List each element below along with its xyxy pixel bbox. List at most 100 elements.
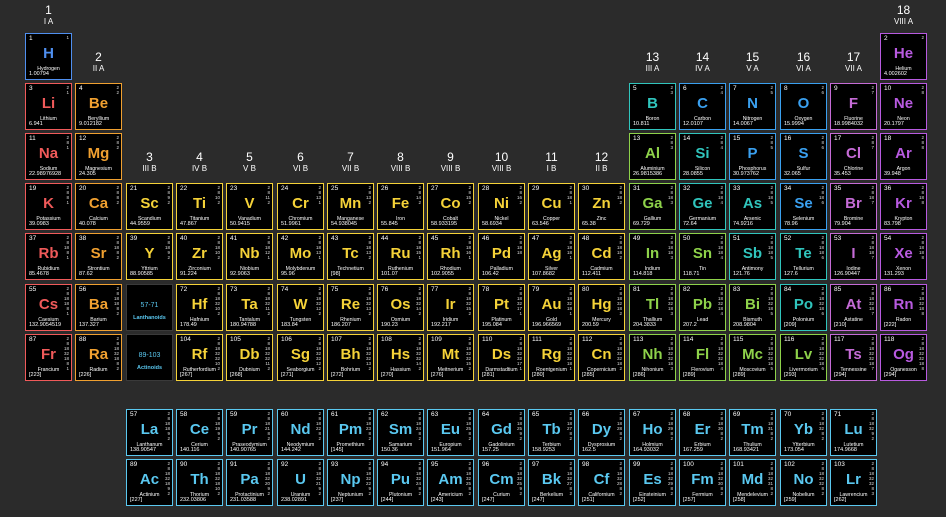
element-osmium[interactable]: 76 2 8 18 32 14 2 Os Osmium 190.23	[377, 284, 424, 331]
element-curium[interactable]: 96 2 8 18 32 25 9 2 Cm Curium [247]	[478, 459, 525, 506]
element-bromine[interactable]: 35 2 8 18 7 Br Bromine 79.904	[830, 183, 877, 230]
element-nickel[interactable]: 28 2 8 16 2 Ni Nickel 58.6934	[478, 183, 525, 230]
element-gadolinium[interactable]: 64 2 8 18 25 9 2 Gd Gadolinium 157.25	[478, 409, 525, 456]
element-hafnium[interactable]: 72 2 8 18 32 10 2 Hf Hafnium 178.49	[176, 284, 223, 331]
element-gold[interactable]: 79 2 8 18 32 18 1 Au Gold 196.966569	[528, 284, 575, 331]
element-actinium[interactable]: 89 2 8 18 32 18 9 2 Ac Actinium [227]	[126, 459, 173, 506]
element-mercury[interactable]: 80 2 8 18 32 18 2 Hg Mercury 200.59	[578, 284, 625, 331]
element-barium[interactable]: 56 2 8 18 18 8 2 Ba Barium 137.327	[75, 284, 122, 331]
element-mendelevium[interactable]: 101 2 8 18 32 31 8 2 Md Mendelevium [258]	[729, 459, 776, 506]
element-indium[interactable]: 49 2 8 18 18 3 In Indium 114.818	[629, 233, 676, 280]
element-scandium[interactable]: 21 2 8 9 2 Sc Scandium 44.9559	[126, 183, 173, 230]
element-platinum[interactable]: 78 2 8 18 32 17 1 Pt Platinum 195.084	[478, 284, 525, 331]
element-copper[interactable]: 29 2 8 18 1 Cu Copper 63.546	[528, 183, 575, 230]
element-americium[interactable]: 95 2 8 18 32 25 8 2 Am Americium [243]	[427, 459, 474, 506]
element-promethium[interactable]: 61 2 8 18 23 8 2 Pm Promethium [145]	[327, 409, 374, 456]
element-antimony[interactable]: 51 2 8 18 18 5 Sb Antimony 121.76	[729, 233, 776, 280]
element-zinc[interactable]: 30 2 8 18 2 Zn Zinc 65.38	[578, 183, 625, 230]
element-radon[interactable]: 86 2 8 18 32 18 8 Rn Radon [222]	[880, 284, 927, 331]
element-xenon[interactable]: 54 2 8 18 18 8 Xe Xenon 131.293	[880, 233, 927, 280]
element-carbon[interactable]: 62 4 C Carbon 12.0107	[679, 83, 726, 130]
element-aluminium[interactable]: 13 2 8 3 Al Aluminium 26.9815386	[629, 133, 676, 180]
element-nobelium[interactable]: 102 2 8 18 32 32 8 2 No Nobelium [259]	[780, 459, 827, 506]
element-lead[interactable]: 82 2 8 18 32 18 4 Pb Lead 207.2	[679, 284, 726, 331]
element-lawrencium[interactable]: 103 2 8 18 32 32 8 3 Lr Lawrencium [262]	[830, 459, 877, 506]
element-cobalt[interactable]: 27 2 8 15 2 Co Cobalt 58.933195	[427, 183, 474, 230]
element-berkelium[interactable]: 97 2 8 18 32 27 8 2 Bk Berkelium [247]	[528, 459, 575, 506]
element-meitnerium[interactable]: 109 2 8 18 32 32 15 2 Mt Meitnerium [276]	[427, 334, 474, 381]
element-livermorium[interactable]: 116 2 8 18 32 32 18 6 Lv Livermorium [293]	[780, 334, 827, 381]
element-thallium[interactable]: 81 2 8 18 32 18 3 Tl Thallium 204.3833	[629, 284, 676, 331]
element-bohrium[interactable]: 107 2 8 18 32 32 13 2 Bh Bohrium [272]	[327, 334, 374, 381]
element-boron[interactable]: 52 3 B Boron 10.811	[629, 83, 676, 130]
element-holmium[interactable]: 67 2 8 18 29 8 2 Ho Holmium 164.93032	[629, 409, 676, 456]
element-rubidium[interactable]: 37 2 8 18 8 1 Rb Rubidium 85.4678	[25, 233, 72, 280]
element-titanium[interactable]: 22 2 8 10 2 Ti Titanium 47.867	[176, 183, 223, 230]
element-cadmium[interactable]: 48 2 8 18 18 2 Cd Cadmium 112.411	[578, 233, 625, 280]
element-protactinium[interactable]: 91 2 8 18 32 20 9 2 Pa Protactinium 231.0358…	[226, 459, 273, 506]
element-europium[interactable]: 63 2 8 18 25 8 2 Eu Europium 151.964	[427, 409, 474, 456]
element-moscovium[interactable]: 115 2 8 18 32 32 18 5 Mc Moscovium [289]	[729, 334, 776, 381]
element-germanium[interactable]: 32 2 8 18 4 Ge Germanium 72.64	[679, 183, 726, 230]
element-terbium[interactable]: 65 2 8 18 27 8 2 Tb Terbium 158.9253	[528, 409, 575, 456]
element-neon[interactable]: 10 2 8 Ne Neon 20.1797	[880, 83, 927, 130]
element-lithium[interactable]: 32 1 Li Lithium 6.941	[25, 83, 72, 130]
element-iron[interactable]: 26 2 8 14 2 Fe Iron 55.845	[377, 183, 424, 230]
element-tungsten[interactable]: 74 2 8 18 32 12 2 W Tungsten 183.84	[277, 284, 324, 331]
element-francium[interactable]: 87 2 8 18 32 18 8 1 Fr Francium [223]	[25, 334, 72, 381]
element-lanthanum[interactable]: 57 2 8 18 18 9 2 La Lanthanum 138.90547	[126, 409, 173, 456]
element-tin[interactable]: 50 2 8 18 18 4 Sn Tin 118.71	[679, 233, 726, 280]
element-technetium[interactable]: 43 2 8 18 13 2 Tc Technetium [98]	[327, 233, 374, 280]
element-yttrium[interactable]: 39 2 8 18 9 2 Y Yttrium 88.90585	[126, 233, 173, 280]
element-erbium[interactable]: 68 2 8 18 30 8 2 Er Erbium 167.259	[679, 409, 726, 456]
element-caesium[interactable]: 55 2 8 18 18 8 1 Cs Caesium 132.9054519	[25, 284, 72, 331]
actinoids-reference[interactable]: 89-103 Actinoids	[126, 334, 173, 381]
element-dysprosium[interactable]: 66 2 8 18 28 8 2 Dy Dysprosium 162.5	[578, 409, 625, 456]
element-nihonium[interactable]: 113 2 8 18 32 32 18 3 Nh Nihonium [286]	[629, 334, 676, 381]
element-calcium[interactable]: 20 2 8 8 2 Ca Calcium 40.078	[75, 183, 122, 230]
element-flerovium[interactable]: 114 2 8 18 32 32 18 4 Fl Flerovium [289]	[679, 334, 726, 381]
lanthanoids-reference[interactable]: 57-71 Lanthanoids	[126, 284, 173, 331]
element-samarium[interactable]: 62 2 8 18 24 8 2 Sm Samarium 150.36	[377, 409, 424, 456]
element-rutherfordium[interactable]: 104 2 8 18 32 32 10 2 Rf Rutherfordium [267]	[176, 334, 223, 381]
element-sodium[interactable]: 11 2 8 1 Na Sodium 22.98976928	[25, 133, 72, 180]
element-oxygen[interactable]: 82 6 O Oxygen 15.9994	[780, 83, 827, 130]
element-hydrogen[interactable]: 1 1 H Hydrogen 1.00794	[25, 33, 72, 80]
element-thulium[interactable]: 69 2 8 18 31 8 2 Tm Thulium 168.93421	[729, 409, 776, 456]
element-neodymium[interactable]: 60 2 8 18 22 8 2 Nd Neodymium 144.242	[277, 409, 324, 456]
element-silver[interactable]: 47 2 8 18 18 1 Ag Silver 107.8682	[528, 233, 575, 280]
element-bismuth[interactable]: 83 2 8 18 32 18 5 Bi Bismuth 208.9804	[729, 284, 776, 331]
element-nitrogen[interactable]: 72 5 N Nitrogen 14.0067	[729, 83, 776, 130]
element-seaborgium[interactable]: 106 2 8 18 32 32 12 2 Sg Seaborgium [271]	[277, 334, 324, 381]
element-zirconium[interactable]: 40 2 8 18 10 2 Zr Zirconium 91.224	[176, 233, 223, 280]
element-selenium[interactable]: 34 2 8 18 6 Se Selenium 78.96	[780, 183, 827, 230]
element-hassium[interactable]: 108 2 8 18 32 32 14 2 Hs Hassium [270]	[377, 334, 424, 381]
element-roentgenium[interactable]: 111 2 8 18 32 32 18 1 Rg Roentgenium [280]	[528, 334, 575, 381]
element-polonium[interactable]: 84 2 8 18 32 18 6 Po Polonium [209]	[780, 284, 827, 331]
element-chromium[interactable]: 24 2 8 13 1 Cr Chromium 51.9961	[277, 183, 324, 230]
element-chlorine[interactable]: 17 2 8 7 Cl Chlorine 35.453	[830, 133, 877, 180]
element-plutonium[interactable]: 94 2 8 18 32 24 8 2 Pu Plutonium [244]	[377, 459, 424, 506]
element-oganesson[interactable]: 118 2 8 18 32 32 18 8 Og Oganesson [294]	[880, 334, 927, 381]
element-magnesium[interactable]: 12 2 8 2 Mg Magnesium 24.305	[75, 133, 122, 180]
element-krypton[interactable]: 36 2 8 18 8 Kr Krypton 83.798	[880, 183, 927, 230]
element-uranium[interactable]: 92 2 8 18 32 21 9 2 U Uranium 238.02891	[277, 459, 324, 506]
element-rhenium[interactable]: 75 2 8 18 32 13 2 Re Rhenium 186.207	[327, 284, 374, 331]
element-palladium[interactable]: 46 2 8 18 18 Pd Palladium 106.42	[478, 233, 525, 280]
element-cerium[interactable]: 58 2 8 18 19 9 2 Ce Cerium 140.116	[176, 409, 223, 456]
element-tantalum[interactable]: 73 2 8 18 32 11 2 Ta Tantalum 180.94788	[226, 284, 273, 331]
element-arsenic[interactable]: 33 2 8 18 5 As Arsenic 74.9216	[729, 183, 776, 230]
element-helium[interactable]: 2 2 He Helium 4.002602	[880, 33, 927, 80]
element-ruthenium[interactable]: 44 2 8 18 15 1 Ru Ruthenium 101.07	[377, 233, 424, 280]
element-thorium[interactable]: 90 2 8 18 32 18 10 2 Th Thorium 232.03806	[176, 459, 223, 506]
element-sulfur[interactable]: 16 2 8 6 S Sulfur 32.065	[780, 133, 827, 180]
element-argon[interactable]: 18 2 8 8 Ar Argon 39.948	[880, 133, 927, 180]
element-gallium[interactable]: 31 2 8 18 3 Ga Gallium 69.729	[629, 183, 676, 230]
element-molybdenum[interactable]: 42 2 8 18 13 1 Mo Molybdenum 95.96	[277, 233, 324, 280]
element-einsteinium[interactable]: 99 2 8 18 32 29 8 2 Es Einsteinium [252]	[629, 459, 676, 506]
element-manganese[interactable]: 25 2 8 13 2 Mn Manganese 54.938045	[327, 183, 374, 230]
element-lutetium[interactable]: 71 2 8 18 32 9 2 Lu Lutetium 174.9668	[830, 409, 877, 456]
element-darmstadtium[interactable]: 110 2 8 18 32 32 17 1 Ds Darmstadtium [281]	[478, 334, 525, 381]
element-phosphorus[interactable]: 15 2 8 5 P Phosphorus 30.973762	[729, 133, 776, 180]
element-astatine[interactable]: 85 2 8 18 32 18 7 At Astatine [210]	[830, 284, 877, 331]
